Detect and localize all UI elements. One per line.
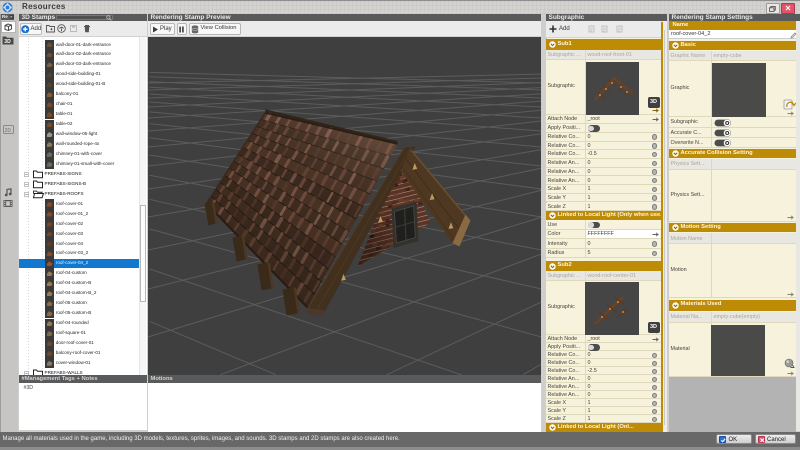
svg-text:2D: 2D: [4, 127, 11, 133]
svg-text:3D: 3D: [4, 39, 11, 45]
